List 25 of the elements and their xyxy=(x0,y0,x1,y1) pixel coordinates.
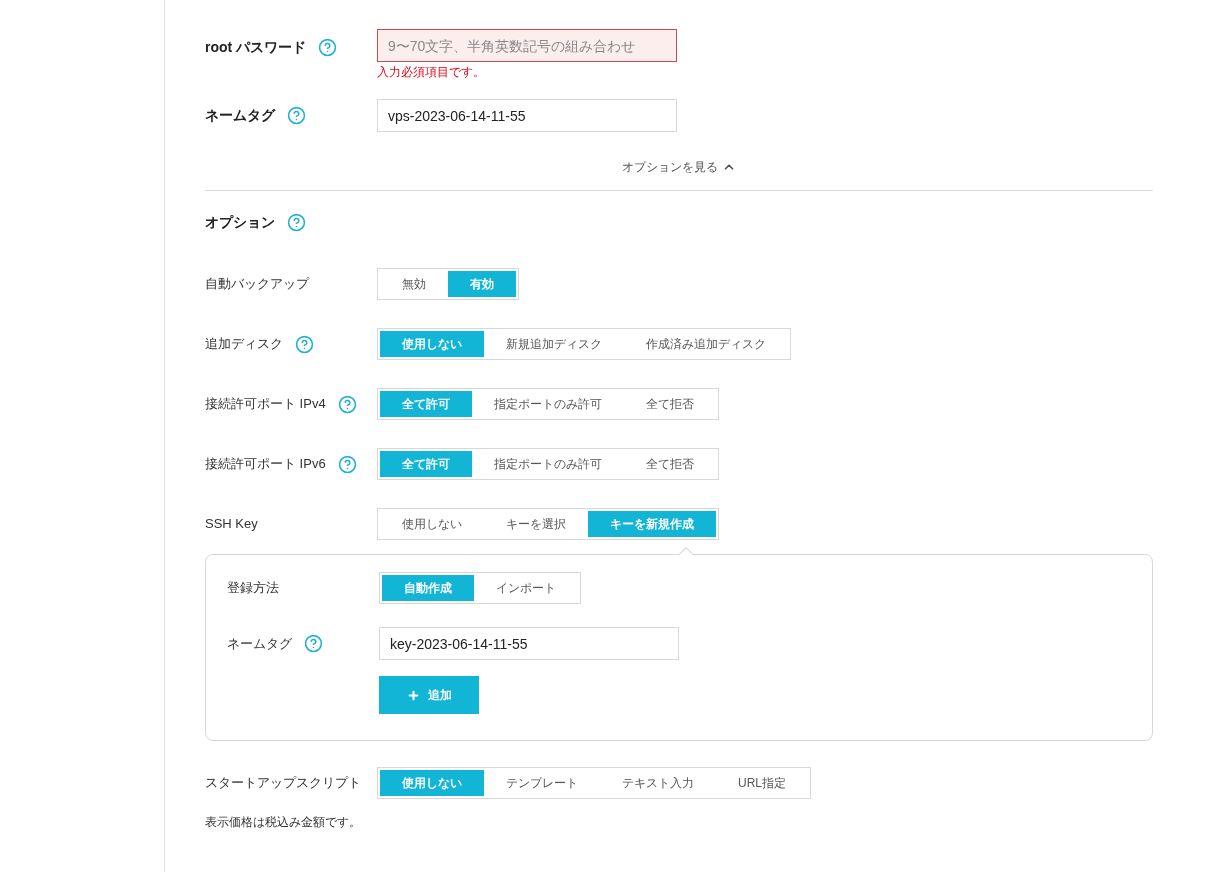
field-label: 自動バックアップ xyxy=(205,275,309,294)
help-icon[interactable] xyxy=(287,212,306,232)
field-label: スタートアップスクリプト xyxy=(205,774,361,793)
field-label: 登録方法 xyxy=(227,579,279,598)
field-label: 追加ディスク xyxy=(205,335,283,354)
help-icon[interactable] xyxy=(337,394,357,414)
key-name-tag-field[interactable]: key-2023-06-14-11-55 xyxy=(379,627,679,660)
options-toggle-link[interactable]: オプションを見る xyxy=(622,158,736,176)
field-label: 接続許可ポート IPv6 xyxy=(205,455,326,474)
field-label: オプション xyxy=(205,212,275,232)
field-label: SSH Key xyxy=(205,515,258,534)
help-icon[interactable] xyxy=(295,334,314,354)
help-icon[interactable] xyxy=(337,454,357,474)
field-label: root パスワード xyxy=(205,38,307,57)
password-field[interactable]: 9〜70文字、半角英数記号の組み合わせ xyxy=(377,29,677,62)
field-label: ネームタグ xyxy=(227,634,292,653)
plus-icon xyxy=(406,688,420,702)
field-label: 接続許可ポート IPv4 xyxy=(205,395,326,414)
help-icon[interactable] xyxy=(287,106,306,125)
error-message: 入力必須項目です。 xyxy=(377,64,486,81)
name-tag-field[interactable]: vps-2023-06-14-11-55 xyxy=(377,99,677,132)
help-icon[interactable] xyxy=(304,634,323,653)
help-icon[interactable] xyxy=(318,38,338,57)
field-label: ネームタグ xyxy=(205,106,275,125)
tax-note: 表示価格は税込み金額です。 xyxy=(205,814,362,831)
